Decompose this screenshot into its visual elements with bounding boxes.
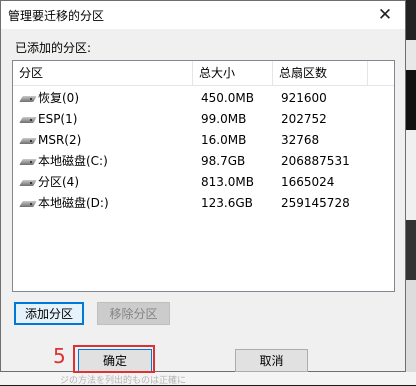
list-item[interactable]: 分区(4) 813.0MB 1665024 <box>13 172 394 193</box>
column-header-sectors[interactable]: 总扇区数 <box>273 61 368 85</box>
column-header-partition[interactable]: 分区 <box>13 61 193 85</box>
drive-icon <box>19 158 37 165</box>
partition-name: MSR(2) <box>38 133 82 147</box>
partition-size: 99.0MB <box>201 112 247 126</box>
drive-icon <box>19 200 37 207</box>
dialog-title: 管理要迁移的分区 <box>8 9 105 23</box>
list-item[interactable]: MSR(2) 16.0MB 32768 <box>13 130 394 151</box>
partition-name: 分区(4) <box>38 175 79 189</box>
partition-name: 恢复(0) <box>38 91 79 105</box>
partition-sectors: 202752 <box>281 112 327 126</box>
ok-button-highlight <box>73 345 155 373</box>
manage-partitions-dialog: 管理要迁移的分区 ✕ 已添加的分区: 分区 总大小 总扇区数 恢复(0) 450.… <box>0 0 406 372</box>
list-header: 分区 总大小 总扇区数 <box>13 61 394 86</box>
partition-size: 123.6GB <box>201 196 253 210</box>
close-icon: ✕ <box>377 5 393 25</box>
drive-icon <box>19 95 37 102</box>
partition-name: 本地磁盘(C:) <box>38 154 108 168</box>
partition-sectors: 206887531 <box>281 154 350 168</box>
partition-name: ESP(1) <box>38 112 78 126</box>
background-text: ジの方法を列出的ものは正確に <box>60 376 187 386</box>
partition-size: 16.0MB <box>201 133 247 147</box>
partition-sectors: 259145728 <box>281 196 350 210</box>
partition-size: 98.7GB <box>201 154 246 168</box>
list-item[interactable]: 恢复(0) 450.0MB 921600 <box>13 88 394 109</box>
add-partition-button[interactable]: 添加分区 <box>14 302 84 325</box>
partition-size: 813.0MB <box>201 175 254 189</box>
partition-list[interactable]: 分区 总大小 总扇区数 恢复(0) 450.0MB 921600 ESP(1) 99.0… <box>12 60 395 292</box>
partition-name: 本地磁盘(D:) <box>38 196 109 210</box>
partition-sectors: 32768 <box>281 133 320 147</box>
added-partitions-label: 已添加的分区: <box>15 41 92 55</box>
step-number-annotation: 5 <box>53 344 66 368</box>
close-button[interactable]: ✕ <box>365 1 405 29</box>
remove-partition-button[interactable]: 移除分区 <box>97 302 170 325</box>
background-right-strip <box>406 0 416 385</box>
column-header-size[interactable]: 总大小 <box>193 61 273 85</box>
list-item[interactable]: 本地磁盘(D:) 123.6GB 259145728 <box>13 193 394 214</box>
drive-icon <box>19 137 37 144</box>
title-bar: 管理要迁移的分区 ✕ <box>1 1 405 29</box>
partition-sectors: 921600 <box>281 91 327 105</box>
drive-icon <box>19 179 37 186</box>
partition-size: 450.0MB <box>201 91 254 105</box>
drive-icon <box>19 116 37 123</box>
list-item[interactable]: 本地磁盘(C:) 98.7GB 206887531 <box>13 151 394 172</box>
list-item[interactable]: ESP(1) 99.0MB 202752 <box>13 109 394 130</box>
partition-sectors: 1665024 <box>281 175 335 189</box>
cancel-button[interactable]: 取消 <box>235 349 308 372</box>
